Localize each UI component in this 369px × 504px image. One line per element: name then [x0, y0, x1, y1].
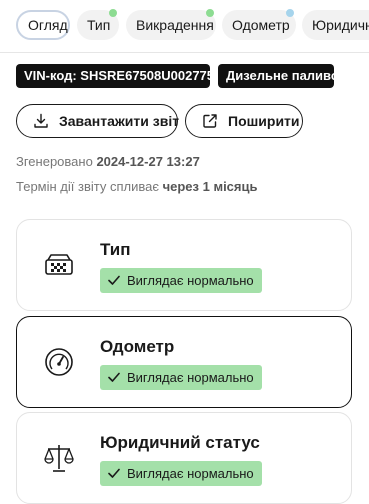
- tab-type-indicator: [109, 9, 117, 17]
- tab-type[interactable]: Тип: [77, 9, 119, 40]
- speedometer-icon: [45, 348, 73, 376]
- status-badge-label: Виглядає нормально: [127, 370, 254, 385]
- type-card-title: Тип: [100, 240, 131, 259]
- tab-type-label: Тип: [87, 17, 111, 33]
- odometer-card[interactable]: Одометр Виглядає нормально: [16, 316, 352, 408]
- tab-legal[interactable]: Юридични: [302, 10, 369, 40]
- generated-date: 2024-12-27 13:27: [96, 154, 200, 169]
- taxi-icon: [45, 254, 73, 275]
- vin-chip: VIN-код: SHSRE67508U002775: [16, 64, 214, 88]
- check-icon: [108, 372, 120, 382]
- legal-status-card[interactable]: Юридичний статус Виглядає нормально: [16, 412, 352, 504]
- generated-prefix: Згенеровано: [16, 154, 93, 169]
- status-badge: Виглядає нормально: [100, 365, 262, 390]
- expiry-prefix: Термін дії звіту спливає: [16, 179, 159, 194]
- status-badge-label: Виглядає нормально: [127, 273, 254, 288]
- legal-status-card-title: Юридичний статус: [100, 433, 260, 452]
- tab-odometer-indicator: [286, 9, 294, 17]
- status-badge: Виглядає нормально: [100, 268, 262, 293]
- status-badge-label: Виглядає нормально: [127, 466, 254, 481]
- download-icon: [34, 113, 48, 128]
- status-badge: Виглядає нормально: [100, 461, 262, 486]
- odometer-card-title: Одометр: [100, 337, 175, 356]
- fuel-chip: Дизельне паливо: [218, 64, 339, 88]
- tab-theft[interactable]: Викрадення: [126, 9, 216, 40]
- expiry-value: через 1 місяць: [162, 179, 258, 194]
- download-report-button[interactable]: Завантажити звіт: [16, 104, 180, 138]
- tab-odometer[interactable]: Одометр: [222, 9, 296, 40]
- tab-overview-label: Огляд: [28, 17, 68, 33]
- scales-icon: [44, 445, 74, 472]
- share-icon: [203, 114, 217, 128]
- check-icon: [108, 275, 120, 285]
- generated-info: Згенеровано 2024-12-27 13:27: [16, 154, 200, 169]
- tab-odometer-label: Одометр: [232, 17, 290, 33]
- expiry-info: Термін дії звіту спливає через 1 місяць: [16, 179, 258, 194]
- type-card[interactable]: Тип Виглядає нормально: [16, 219, 352, 311]
- tab-theft-indicator: [206, 9, 214, 17]
- download-report-label: Завантажити звіт: [59, 113, 180, 129]
- tab-overview[interactable]: Огляд: [16, 10, 70, 40]
- tab-theft-label: Викрадення: [136, 17, 214, 33]
- fuel-chip-label: Дизельне паливо: [226, 68, 339, 83]
- share-label: Поширити: [228, 113, 300, 129]
- check-icon: [108, 468, 120, 478]
- share-button[interactable]: Поширити: [185, 104, 303, 138]
- tab-bar: Огляд Тип Викрадення Одометр Юридични: [0, 0, 369, 53]
- tab-legal-label: Юридични: [312, 17, 369, 33]
- vin-chip-label: VIN-код: SHSRE67508U002775: [24, 68, 215, 83]
